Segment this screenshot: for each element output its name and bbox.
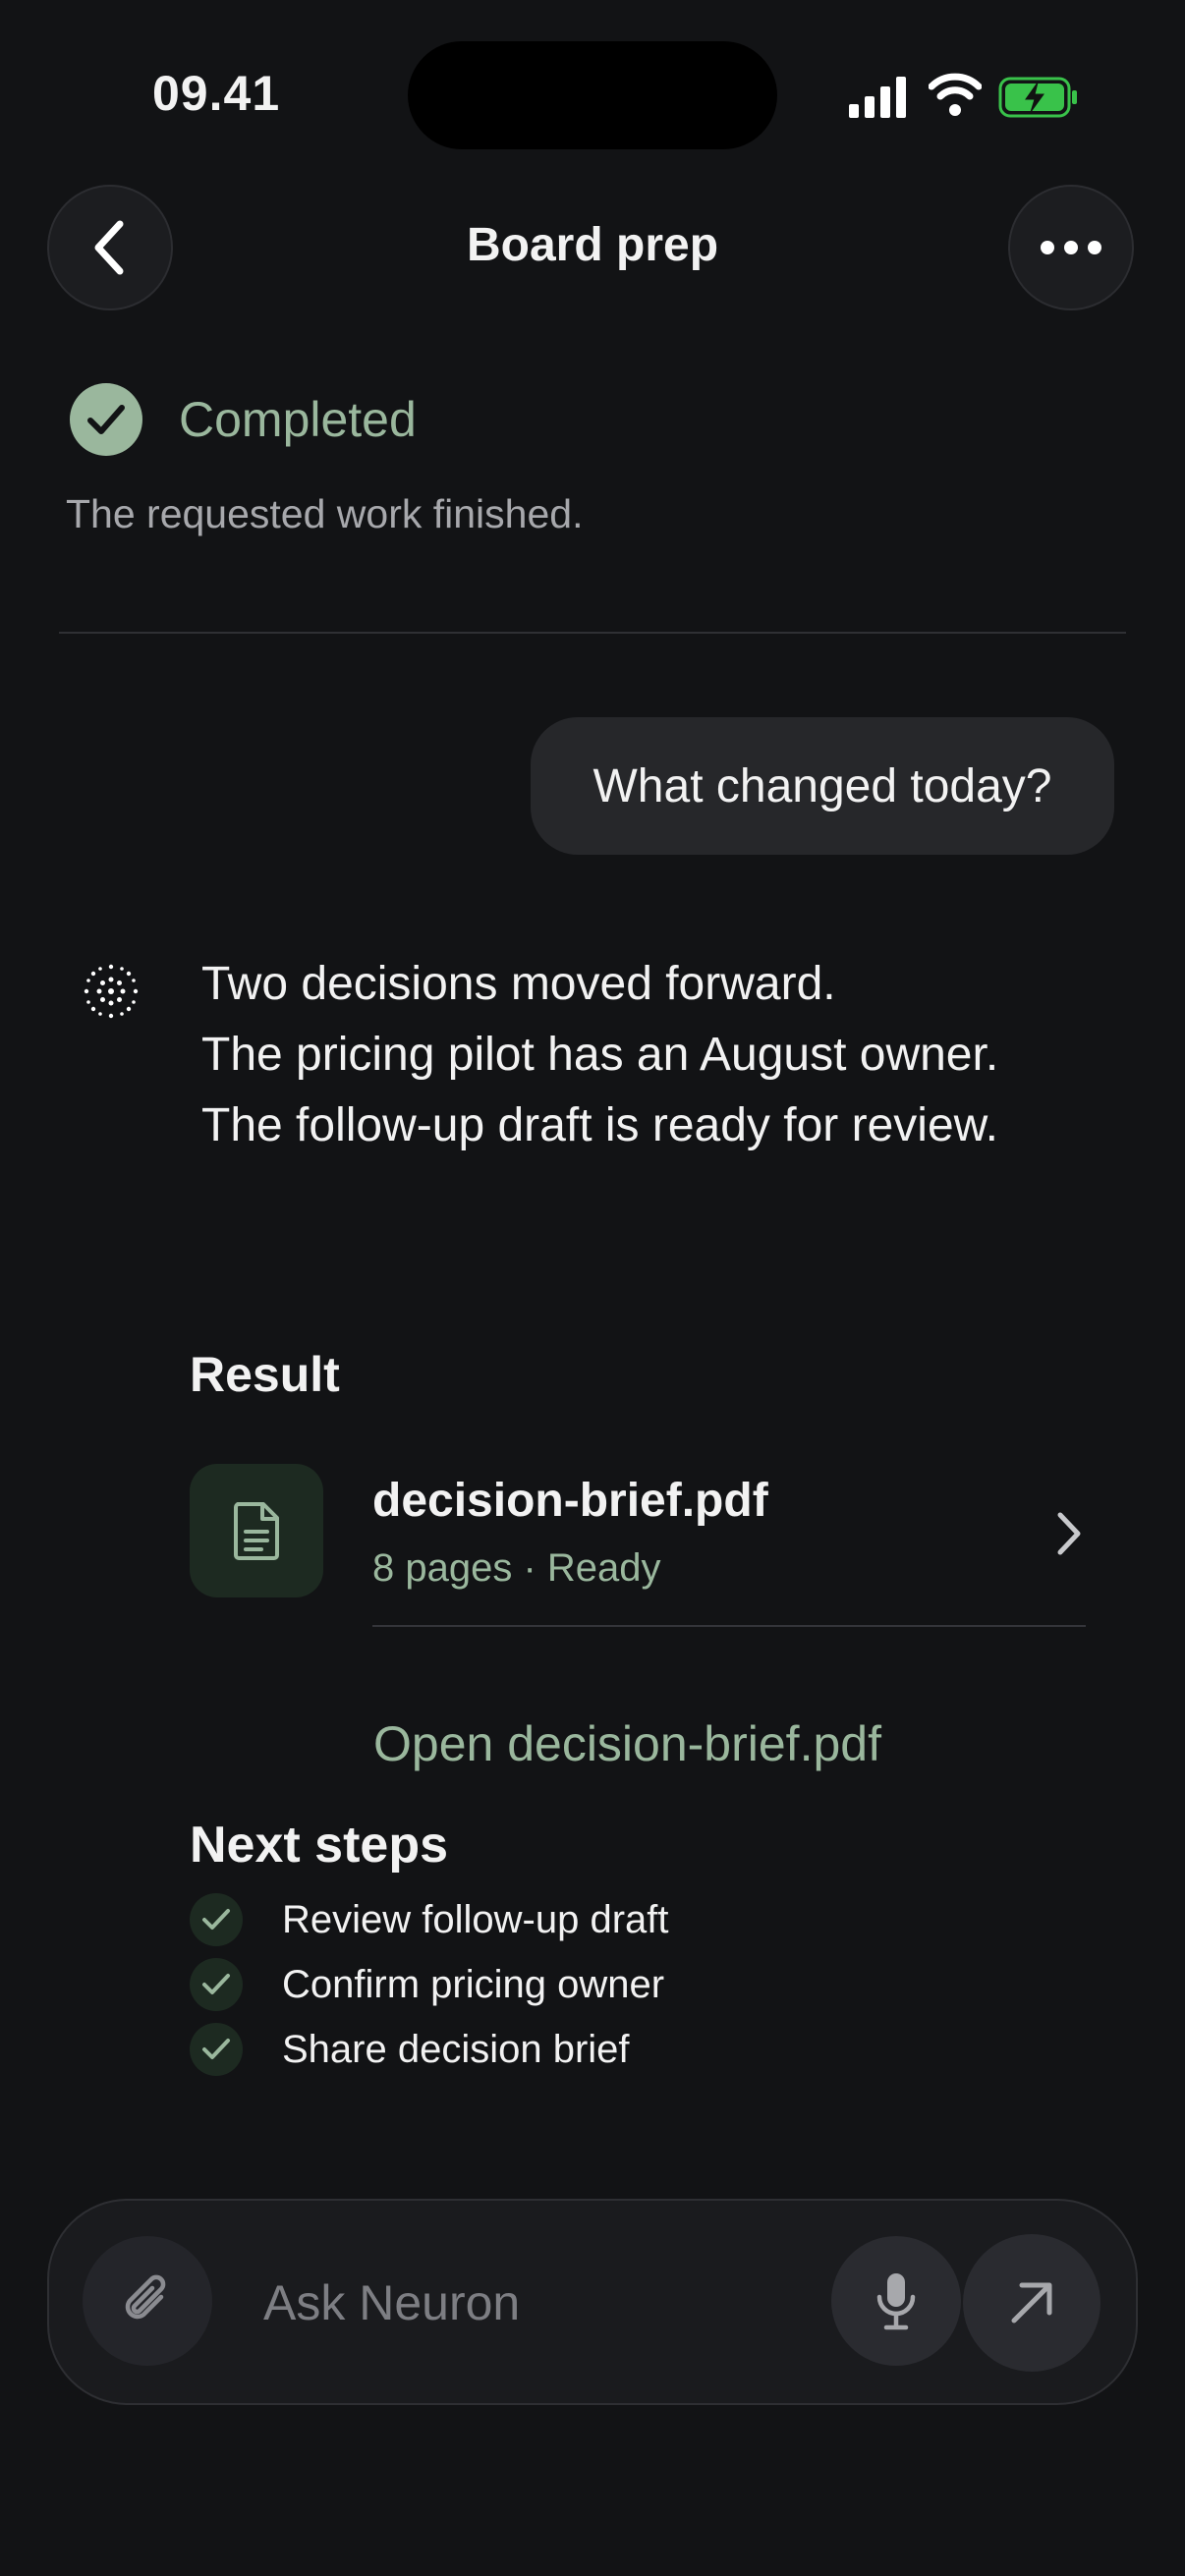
microphone-icon: [876, 2273, 916, 2330]
wifi-icon: [929, 73, 982, 116]
status-time: 09.41: [152, 66, 281, 121]
ellipsis-icon: [1041, 241, 1101, 254]
next-step-item: Share decision brief: [190, 2022, 630, 2077]
user-message-bubble: What changed today?: [531, 717, 1114, 855]
divider: [59, 632, 1126, 634]
status-label: Completed: [179, 392, 417, 447]
next-step-label: Confirm pricing owner: [282, 1962, 665, 2006]
assistant-message: Two decisions moved forward. The pricing…: [201, 949, 998, 1161]
dynamic-island: [408, 41, 777, 149]
send-button[interactable]: [963, 2234, 1100, 2372]
cellular-signal-icon: [849, 77, 906, 118]
open-file-link[interactable]: Open decision-brief.pdf: [373, 1715, 881, 1772]
next-step-item: Review follow-up draft: [190, 1892, 669, 1947]
check-icon: [190, 1958, 243, 2011]
microphone-button[interactable]: [831, 2236, 961, 2366]
check-icon: [190, 1893, 243, 1946]
file-meta: 8 pages · Ready: [372, 1546, 661, 1590]
check-circle-icon: [70, 383, 142, 456]
next-step-label: Share decision brief: [282, 2027, 630, 2071]
assistant-line: The pricing pilot has an August owner.: [201, 1029, 999, 1081]
divider: [372, 1625, 1086, 1627]
next-steps-heading: Next steps: [190, 1817, 448, 1874]
battery-charging-icon: [998, 77, 1077, 118]
status-description: The requested work finished.: [66, 491, 584, 536]
arrow-up-right-icon: [1011, 2282, 1052, 2324]
chevron-right-icon: [1057, 1512, 1081, 1555]
next-step-item: Confirm pricing owner: [190, 1957, 664, 2012]
message-input[interactable]: [263, 2271, 814, 2334]
assistant-line: Two decisions moved forward.: [201, 958, 836, 1010]
file-name: decision-brief.pdf: [372, 1475, 768, 1527]
result-heading: Result: [190, 1347, 340, 1402]
file-row[interactable]: decision-brief.pdf 8 pages · Ready: [190, 1464, 1086, 1627]
attach-button[interactable]: [83, 2236, 212, 2366]
assistant-avatar-icon: [84, 964, 139, 1019]
paperclip-icon: [125, 2274, 166, 2320]
next-step-label: Review follow-up draft: [282, 1897, 669, 1941]
assistant-line: The follow-up draft is ready for review.: [201, 1099, 999, 1151]
more-options-button[interactable]: [1008, 185, 1134, 310]
check-icon: [190, 2023, 243, 2076]
document-icon: [190, 1464, 323, 1597]
